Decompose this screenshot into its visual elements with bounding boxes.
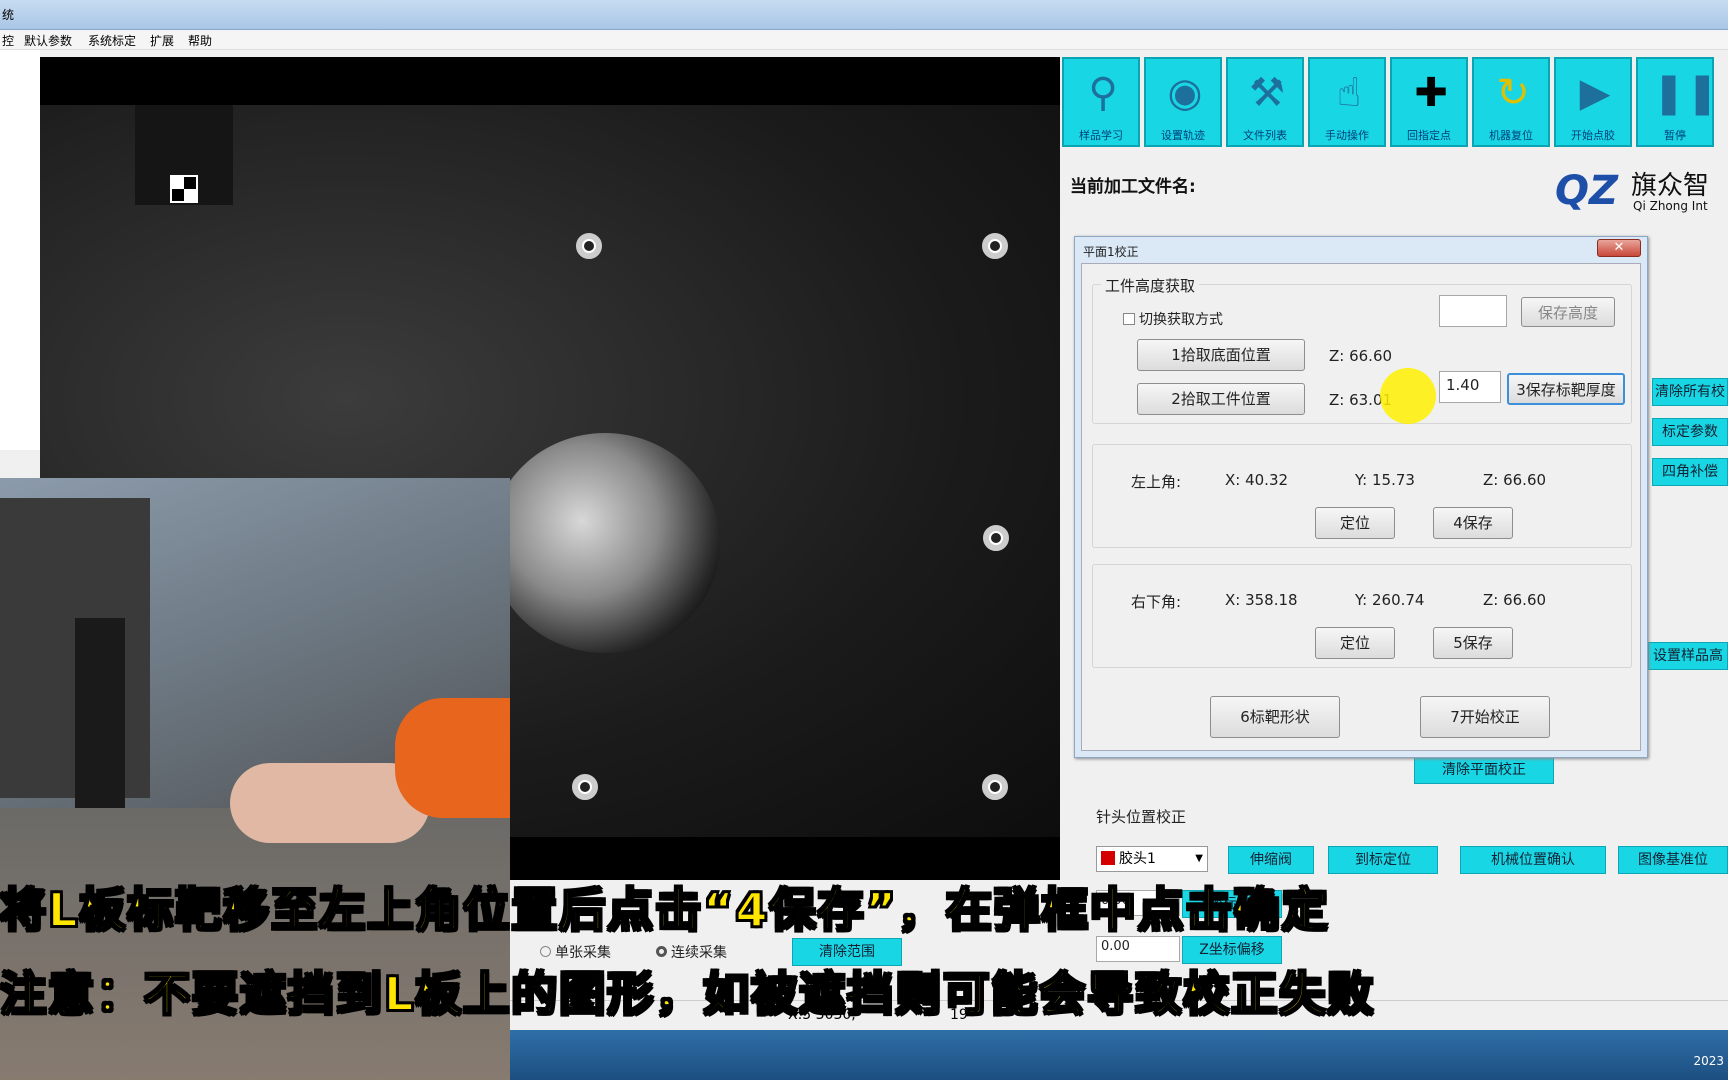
dialog-body: 工件高度获取 切换获取方式 保存高度 1拾取底面位置 Z: 66.60 2拾取工… bbox=[1081, 263, 1641, 751]
close-button[interactable]: ✕ bbox=[1597, 239, 1641, 257]
height-acquire-group: 工件高度获取 切换获取方式 保存高度 1拾取底面位置 Z: 66.60 2拾取工… bbox=[1092, 275, 1632, 424]
bottom-right-z-value: Z: 66.60 bbox=[1483, 591, 1547, 609]
menu-item-control[interactable]: 控 bbox=[2, 32, 14, 49]
target-shape-button[interactable]: 6标靶形状 bbox=[1210, 696, 1340, 738]
group-title: 工件高度获取 bbox=[1101, 275, 1200, 296]
window-titlebar: 统 bbox=[0, 0, 1728, 30]
target-thickness-input[interactable]: 1.40 bbox=[1439, 371, 1501, 403]
go-to-point-button[interactable]: ✚ 回指定点 bbox=[1390, 57, 1468, 147]
bottom-right-locate-button[interactable]: 定位 bbox=[1315, 627, 1395, 659]
magnifier-icon: ⚲ bbox=[1088, 70, 1118, 116]
subtitle-line-1: 将L板标靶移至左上角位置后点击“4保存”，在弹框中点击确定 bbox=[0, 882, 1330, 938]
top-left-label: 左上角: bbox=[1131, 473, 1182, 491]
radio-selected-icon bbox=[656, 946, 667, 957]
checkbox-icon bbox=[1123, 313, 1135, 325]
save-target-thickness-button[interactable]: 3保存标靶厚度 bbox=[1507, 373, 1625, 405]
logo-en-text: Qi Zhong Int bbox=[1633, 199, 1708, 213]
menu-item-default-params[interactable]: 默认参数 bbox=[24, 32, 72, 49]
set-path-button[interactable]: ◉ 设置轨迹 bbox=[1144, 57, 1222, 147]
plate-hole bbox=[982, 233, 1008, 259]
image-reference-button[interactable]: 图像基准位 bbox=[1618, 846, 1728, 874]
calibration-params-button[interactable]: 标定参数 bbox=[1652, 418, 1728, 446]
current-file-label: 当前加工文件名: bbox=[1070, 177, 1196, 197]
windows-taskbar: 2023 bbox=[510, 1030, 1728, 1080]
plate-hole bbox=[576, 233, 602, 259]
subtitle-line-2: 注意：不要遮挡到L板上的图形，如被遮挡则可能会导致校正失败 bbox=[0, 966, 1376, 1022]
top-left-save-button[interactable]: 4保存 bbox=[1433, 507, 1513, 539]
bottom-right-corner-group: 右下角: X: 358.18 Y: 260.74 Z: 66.60 定位 5保存 bbox=[1092, 564, 1632, 668]
reset-clock-icon: ↻ bbox=[1496, 70, 1530, 116]
set-sample-height-button[interactable]: 设置样品高 bbox=[1648, 642, 1728, 670]
calibration-target-marker bbox=[170, 175, 198, 203]
company-logo: QZ 旗众智 Qi Zhong Int bbox=[1555, 165, 1728, 225]
lens-circle bbox=[490, 433, 720, 653]
logo-mark: QZ bbox=[1555, 168, 1619, 214]
plate-hole bbox=[982, 774, 1008, 800]
sample-learn-button[interactable]: ⚲ 样品学习 bbox=[1062, 57, 1140, 147]
start-calibration-button[interactable]: 7开始校正 bbox=[1420, 696, 1550, 738]
start-dispense-button[interactable]: ▶ 开始点胶 bbox=[1554, 57, 1632, 147]
play-icon: ▶ bbox=[1579, 70, 1611, 116]
manual-operation-button[interactable]: ☝ 手动操作 bbox=[1308, 57, 1386, 147]
hand-pointer-icon: ☝ bbox=[1336, 70, 1362, 116]
left-panel bbox=[0, 50, 40, 450]
pick-work-position-button[interactable]: 2拾取工件位置 bbox=[1137, 383, 1305, 415]
dialog-title: 平面1校正 bbox=[1083, 245, 1139, 259]
top-left-y-value: Y: 15.73 bbox=[1355, 471, 1415, 489]
four-corner-compensation-button[interactable]: 四角补偿 bbox=[1652, 458, 1728, 486]
top-left-z-value: Z: 66.60 bbox=[1483, 471, 1547, 489]
menu-item-extend[interactable]: 扩展 bbox=[150, 32, 174, 49]
machine-reset-button[interactable]: ↻ 机器复位 bbox=[1472, 57, 1550, 147]
extend-valve-button[interactable]: 伸缩阀 bbox=[1228, 846, 1314, 874]
radio-icon bbox=[540, 946, 551, 957]
bottom-right-y-value: Y: 260.74 bbox=[1355, 591, 1425, 609]
chevron-down-icon: ▼ bbox=[1195, 853, 1203, 864]
taskbar-clock: 2023 bbox=[1693, 1054, 1724, 1068]
pause-button[interactable]: ❚❚ 暂停 bbox=[1636, 57, 1720, 147]
mechanical-position-confirm-button[interactable]: 机械位置确认 bbox=[1460, 846, 1606, 874]
logo-cn-text: 旗众智 bbox=[1631, 171, 1710, 201]
top-left-x-value: X: 40.32 bbox=[1225, 471, 1289, 489]
wrench-screwdriver-icon: ⚒ bbox=[1249, 70, 1285, 116]
needle-calibration-title: 针头位置校正 bbox=[1096, 808, 1187, 826]
main-toolbar: ⚲ 样品学习 ◉ 设置轨迹 ⚒ 文件列表 ☝ 手动操作 ✚ 回指定点 ↻ 机器复位 ▶ 开始点… bbox=[1062, 57, 1728, 147]
height-value-field[interactable] bbox=[1439, 295, 1507, 327]
plate-hole bbox=[983, 525, 1009, 551]
menu-bar: 控 默认参数 系统标定 扩展 帮助 bbox=[0, 30, 1728, 50]
menu-item-help[interactable]: 帮助 bbox=[188, 32, 212, 49]
pick-bottom-position-button[interactable]: 1拾取底面位置 bbox=[1137, 339, 1305, 371]
operator-sleeve bbox=[395, 698, 510, 818]
plate-hole bbox=[572, 774, 598, 800]
bottom-right-x-value: X: 358.18 bbox=[1225, 591, 1298, 609]
bottom-right-save-button[interactable]: 5保存 bbox=[1433, 627, 1513, 659]
glue-head-select[interactable]: 胶头1 ▼ bbox=[1096, 846, 1208, 872]
pause-icon: ❚❚ bbox=[1652, 70, 1720, 116]
top-left-corner-group: 左上角: X: 40.32 Y: 15.73 Z: 66.60 定位 4保存 bbox=[1092, 444, 1632, 548]
clear-all-calibration-button[interactable]: 清除所有校 bbox=[1652, 378, 1728, 406]
cursor-highlight bbox=[1380, 368, 1436, 424]
l-plate-target bbox=[75, 618, 125, 808]
menu-item-system-calibration[interactable]: 系统标定 bbox=[88, 32, 136, 49]
crosshair-icon: ✚ bbox=[1414, 70, 1448, 116]
to-mark-position-button[interactable]: 到标定位 bbox=[1328, 846, 1438, 874]
file-list-button[interactable]: ⚒ 文件列表 bbox=[1226, 57, 1304, 147]
save-height-button[interactable]: 保存高度 bbox=[1521, 297, 1615, 327]
bottom-right-label: 右下角: bbox=[1131, 593, 1182, 611]
clear-plane-calibration-button[interactable]: 清除平面校正 bbox=[1414, 756, 1554, 784]
red-color-swatch bbox=[1101, 851, 1115, 865]
window-title: 统 bbox=[2, 8, 15, 22]
top-left-locate-button[interactable]: 定位 bbox=[1315, 507, 1395, 539]
plane-calibration-dialog: 平面1校正 ✕ 工件高度获取 切换获取方式 保存高度 1拾取底面位置 Z: 66… bbox=[1074, 236, 1648, 758]
work-plate bbox=[0, 808, 510, 1080]
route-pin-icon: ◉ bbox=[1167, 70, 1203, 116]
z-bottom-value: Z: 66.60 bbox=[1329, 347, 1393, 365]
switch-mode-checkbox[interactable]: 切换获取方式 bbox=[1123, 309, 1223, 329]
